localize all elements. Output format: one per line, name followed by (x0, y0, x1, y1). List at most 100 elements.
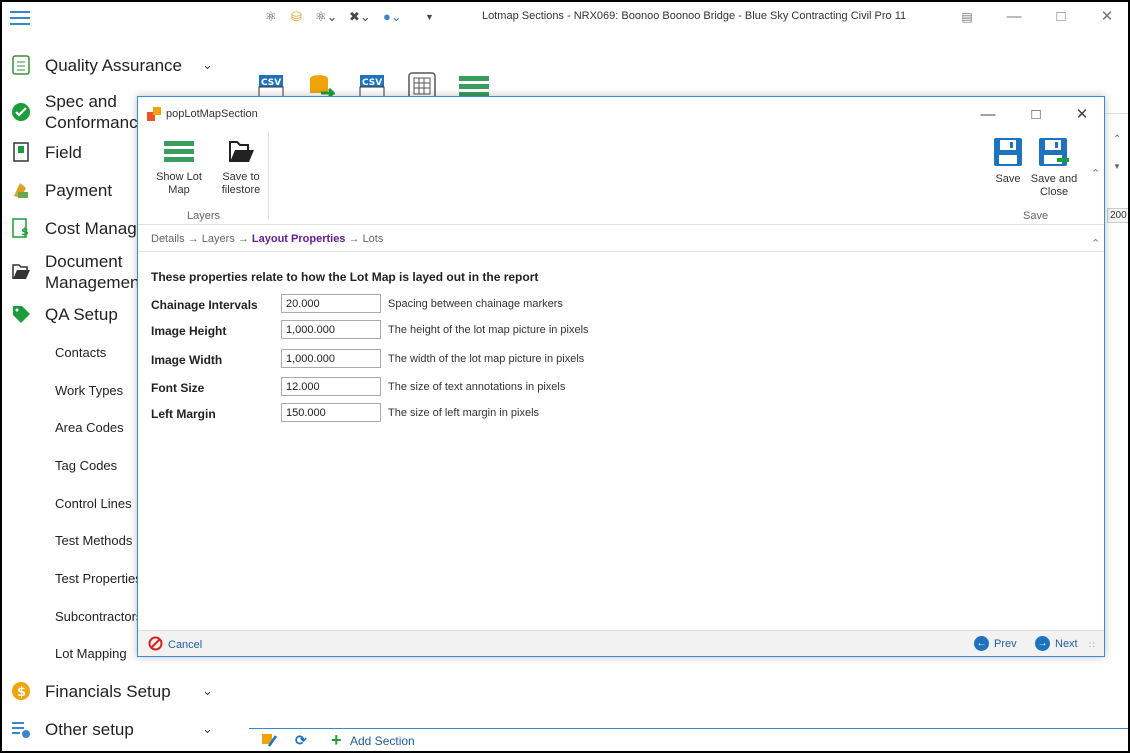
save-to-filestore-label-1: Save to (222, 171, 260, 183)
quick-access-tools-icon[interactable]: ✖⌄ (349, 9, 371, 25)
field-description: The width of the lot map picture in pixe… (388, 353, 585, 365)
left-margin-input[interactable] (281, 403, 381, 422)
nav-label: Document Management (45, 252, 140, 292)
next-button[interactable]: → Next (1035, 636, 1078, 651)
nav-item-financials-setup[interactable]: $ Financials Setup ⌄ (2, 673, 249, 709)
nav-label: Quality Assurance (45, 55, 183, 75)
nav-label: Other setup (45, 719, 134, 739)
dialog-close-button[interactable]: ✕ (1067, 104, 1097, 126)
chevron-down-icon[interactable]: ⌄ (202, 721, 213, 737)
sidebar-item-subcontractors[interactable]: Subcontractors (55, 609, 142, 624)
customize-toolbar-icon[interactable]: ▼ (425, 12, 434, 22)
field-label: Image Width (151, 353, 223, 367)
chevron-down-icon[interactable]: ⌄ (202, 683, 213, 699)
show-lot-map-button[interactable]: Show Lot Map (144, 139, 214, 197)
quick-access-db-icon[interactable]: ⛁ (291, 9, 302, 25)
quick-access-person-icon[interactable]: ⚛⌄ (315, 9, 338, 25)
refresh-icon[interactable]: ⟳ (295, 732, 307, 749)
sidebar-item-work-types[interactable]: Work Types (55, 383, 123, 398)
main-bottom-toolbar: ⟳ + Add Section (249, 728, 1128, 751)
chainage-intervals-input[interactable] (281, 294, 381, 313)
field-description: The size of left margin in pixels (388, 407, 540, 419)
chevron-down-icon[interactable]: ⌄ (202, 57, 213, 73)
close-button[interactable]: ✕ (1092, 6, 1122, 28)
save-label: Save (995, 173, 1021, 185)
cancel-label: Cancel (168, 639, 203, 651)
field-description: Spacing between chainage markers (388, 298, 563, 310)
sidebar-item-area-codes[interactable]: Area Codes (55, 420, 124, 435)
svg-text:$: $ (21, 225, 29, 238)
sidebar-item-control-lines[interactable]: Control Lines (55, 496, 132, 511)
breadcrumb-lots[interactable]: Lots (363, 233, 384, 245)
minimize-button[interactable]: — (999, 6, 1029, 28)
sidebar-item-test-properties[interactable]: Test Properties (55, 571, 142, 586)
ribbon-scrollbar[interactable]: ⌃ ⌃ (1089, 167, 1103, 255)
font-size-input[interactable] (281, 377, 381, 396)
dialog-ribbon: Show Lot Map Save to filestore Layers Sa… (138, 131, 1104, 250)
save-button[interactable]: Save (990, 137, 1026, 186)
image-width-input[interactable] (281, 349, 381, 368)
add-section-button[interactable]: Add Section (350, 734, 415, 748)
maximize-button[interactable]: □ (1046, 6, 1076, 28)
field-doc-icon (10, 141, 32, 163)
check-circle-icon (10, 101, 32, 123)
breadcrumb: Details → Layers → Layout Properties → L… (151, 233, 383, 245)
hamburger-menu-icon[interactable] (10, 11, 30, 25)
main-value-label: 200 (1107, 208, 1128, 223)
app-logo-icon (147, 107, 161, 121)
app-window: Quality Assurance ⌄ Spec and Conformance… (2, 2, 1128, 751)
nav-label: Payment (45, 180, 113, 200)
dialog-footer: Cancel ← Prev → Next ∷ (138, 630, 1104, 656)
lot-map-section-dialog: popLotMapSection — □ ✕ Show Lot Map Save… (137, 96, 1105, 657)
nav-item-other-setup[interactable]: Other setup ⌄ (2, 711, 249, 747)
quick-access-user-menu-icon[interactable]: ●⌄ (383, 9, 402, 25)
clipboard-icon (10, 54, 32, 76)
next-label: Next (1055, 637, 1078, 650)
folder-open-icon (10, 261, 32, 283)
quick-access-user-icon[interactable]: ⚛ (265, 9, 277, 25)
chevron-down-icon[interactable]: ▼ (1113, 162, 1121, 171)
add-icon[interactable]: + (331, 731, 342, 749)
sidebar-item-tag-codes[interactable]: Tag Codes (55, 458, 117, 473)
tag-icon (10, 303, 32, 325)
save-close-icon (1038, 137, 1070, 167)
resize-grip-icon[interactable]: ∷ (1089, 640, 1095, 651)
image-height-input[interactable] (281, 320, 381, 339)
window-title: Lotmap Sections - NRX069: Boonoo Boonoo … (482, 10, 907, 22)
breadcrumb-details[interactable]: Details (151, 233, 185, 245)
dialog-minimize-button[interactable]: — (973, 104, 1003, 126)
nav-item-quality-assurance[interactable]: Quality Assurance ⌄ (2, 47, 249, 83)
save-and-close-button[interactable]: Save and Close (1029, 137, 1079, 199)
field-label: Image Height (151, 324, 227, 338)
chevron-up-icon[interactable]: ⌃ (1091, 167, 1100, 180)
sidebar-item-contacts[interactable]: Contacts (55, 345, 106, 360)
cancel-button[interactable]: Cancel (148, 636, 202, 654)
edit-icon[interactable] (261, 732, 278, 751)
dialog-titlebar: popLotMapSection — □ ✕ (138, 97, 1104, 131)
settings-list-icon (10, 718, 32, 740)
prev-label: Prev (994, 637, 1017, 650)
form-heading: These properties relate to how the Lot M… (151, 270, 539, 284)
breadcrumb-layout-properties[interactable]: Layout Properties (252, 233, 346, 245)
arrow-right-icon: → (1035, 636, 1050, 651)
collapse-ribbon-icon[interactable]: ⌃ (1091, 237, 1100, 250)
sidebar-item-lot-mapping[interactable]: Lot Mapping (55, 646, 127, 661)
save-and-close-label-1: Save and (1030, 173, 1078, 185)
main-titlebar: ⚛ ⛁ ⚛⌄ ✖⌄ ●⌄ ▼ Lotmap Sections - NRX069:… (249, 2, 1128, 34)
svg-text:$: $ (17, 685, 26, 700)
folder-open-icon (227, 139, 255, 165)
save-to-filestore-button[interactable]: Save to filestore (218, 139, 264, 197)
breadcrumb-layers[interactable]: Layers (202, 233, 235, 245)
ribbon-display-icon[interactable]: ▤ (952, 6, 982, 28)
chevron-up-icon[interactable]: ⌃ (1113, 134, 1121, 145)
prev-button[interactable]: ← Prev (974, 636, 1017, 651)
save-and-close-label-2: Close (1039, 186, 1069, 198)
field-label: Chainage Intervals (151, 298, 258, 312)
show-lot-map-label: Show Lot Map (156, 171, 202, 196)
nav-label: Spec and Conformance (45, 92, 140, 132)
sidebar-item-test-methods[interactable]: Test Methods (55, 533, 132, 548)
main-right-scrollbar[interactable]: ⌃ ▼ 200 (1105, 132, 1128, 223)
dialog-maximize-button[interactable]: □ (1021, 104, 1051, 126)
nav-label: Field (45, 142, 82, 162)
breadcrumb-arrow: → (237, 233, 249, 245)
